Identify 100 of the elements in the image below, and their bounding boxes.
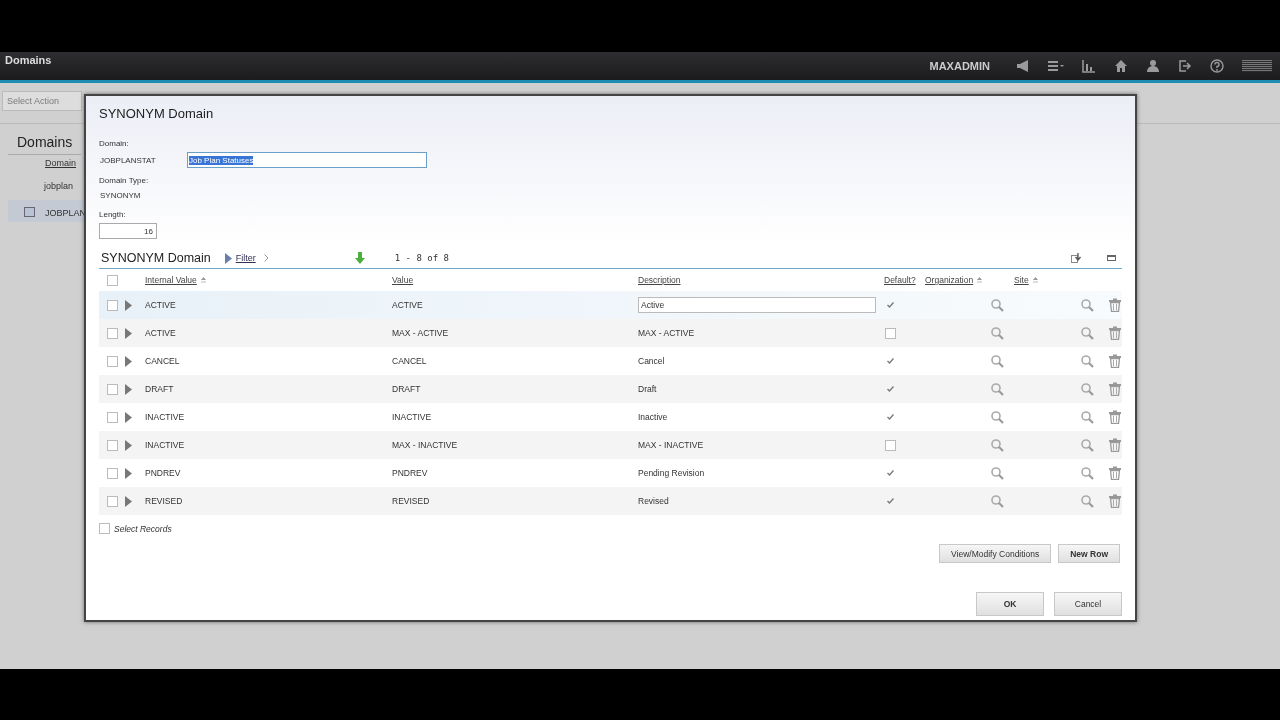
expand-icon[interactable]: [125, 383, 132, 395]
default-checkbox[interactable]: [885, 327, 896, 339]
row-checkbox[interactable]: [107, 467, 118, 479]
select-records-label: Select Records: [114, 523, 172, 534]
search-icon[interactable]: [990, 438, 1004, 452]
column-header[interactable]: Internal Value: [145, 275, 392, 285]
search-icon[interactable]: [1080, 298, 1094, 312]
table-cell-text: REVISED: [145, 496, 184, 506]
expand-icon[interactable]: [125, 355, 132, 367]
list-menu-icon[interactable]: [1048, 59, 1064, 73]
table-row[interactable]: ACTIVE MAX - ACTIVE MAX - ACTIVE: [99, 319, 1122, 347]
row-checkbox[interactable]: [107, 355, 118, 367]
minimize-icon[interactable]: [1107, 255, 1116, 261]
trash-icon[interactable]: [1108, 354, 1122, 368]
search-icon[interactable]: [1080, 410, 1094, 424]
check-icon: [887, 302, 894, 308]
table-cell-text: PNDREV: [392, 468, 429, 478]
expand-icon[interactable]: [125, 467, 132, 479]
table-row[interactable]: DRAFT DRAFT Draft: [99, 375, 1122, 403]
trash-icon[interactable]: [1108, 438, 1122, 452]
search-icon[interactable]: [1080, 466, 1094, 480]
table-row[interactable]: INACTIVE MAX - INACTIVE MAX - INACTIVE: [99, 431, 1122, 459]
row-checkbox[interactable]: [107, 327, 118, 339]
table-cell-text: Revised: [638, 496, 670, 506]
trash-icon[interactable]: [1108, 410, 1122, 424]
row-checkbox[interactable]: [107, 495, 118, 507]
column-header[interactable]: Description: [638, 275, 884, 285]
table-row[interactable]: CANCEL CANCEL Cancel: [99, 347, 1122, 375]
download-icon[interactable]: [1071, 253, 1082, 263]
table-row[interactable]: INACTIVE INACTIVE Inactive: [99, 403, 1122, 431]
table-row[interactable]: ACTIVE ACTIVE Active: [99, 291, 1122, 319]
table-cell-text: REVISED: [392, 496, 431, 506]
table-row[interactable]: PNDREV PNDREV Pending Revision: [99, 459, 1122, 487]
row-checkbox[interactable]: [107, 299, 118, 311]
expand-icon[interactable]: [125, 411, 132, 423]
expand-icon[interactable]: [125, 299, 132, 311]
check-icon: [887, 414, 894, 420]
chevron-icon[interactable]: [263, 254, 269, 262]
home-icon[interactable]: [1114, 59, 1128, 73]
description-input[interactable]: Active: [638, 297, 876, 313]
search-icon[interactable]: [990, 494, 1004, 508]
column-header[interactable]: Domain: [45, 158, 76, 168]
filter-link[interactable]: Filter: [235, 253, 256, 263]
sort-icon[interactable]: [1032, 276, 1038, 284]
search-icon[interactable]: [990, 326, 1004, 340]
table-cell-text: MAX - ACTIVE: [392, 328, 450, 338]
expand-icon[interactable]: [125, 327, 132, 339]
trash-icon[interactable]: [1108, 494, 1122, 508]
row-checkbox[interactable]: [107, 439, 118, 451]
action-button[interactable]: New Row: [1058, 544, 1120, 563]
length-field[interactable]: 16: [99, 223, 157, 239]
domain-type-value: SYNONYM: [99, 190, 142, 202]
description-field[interactable]: Job Plan Statuses: [187, 152, 427, 168]
search-icon[interactable]: [990, 298, 1004, 312]
trash-icon[interactable]: [1108, 298, 1122, 312]
table-cell-text: MAX - INACTIVE: [638, 440, 705, 450]
logout-icon[interactable]: [1178, 59, 1192, 73]
search-icon[interactable]: [990, 466, 1004, 480]
table-cell-text: Cancel: [638, 356, 666, 366]
search-icon[interactable]: [990, 354, 1004, 368]
dialog-button[interactable]: Cancel: [1054, 592, 1122, 616]
sort-icon[interactable]: [977, 276, 983, 284]
expand-icon[interactable]: [125, 495, 132, 507]
trash-icon[interactable]: [1108, 382, 1122, 396]
trash-icon[interactable]: [1108, 466, 1122, 480]
bar-chart-icon[interactable]: [1082, 59, 1096, 73]
search-icon[interactable]: [1080, 326, 1094, 340]
play-icon[interactable]: [224, 252, 232, 264]
search-icon[interactable]: [1080, 494, 1094, 508]
logo-icon: [1242, 60, 1272, 72]
help-icon[interactable]: [1210, 59, 1224, 73]
search-icon[interactable]: [990, 382, 1004, 396]
megaphone-icon[interactable]: [1016, 59, 1030, 73]
table-row[interactable]: REVISED REVISED Revised: [99, 487, 1122, 515]
search-icon[interactable]: [1080, 382, 1094, 396]
table-cell-text: CANCEL: [145, 356, 181, 366]
row-checkbox[interactable]: [107, 383, 118, 395]
expand-icon[interactable]: [125, 439, 132, 451]
download-arrow-icon[interactable]: [354, 252, 365, 264]
row-checkbox[interactable]: [107, 411, 118, 423]
table-cell-text: DRAFT: [392, 384, 422, 394]
column-header[interactable]: Value: [392, 275, 638, 285]
select-action-field[interactable]: Select Action: [2, 91, 82, 111]
search-icon[interactable]: [990, 410, 1004, 424]
column-header[interactable]: Organization: [925, 275, 1014, 285]
table-cell-text: Pending Revision: [638, 468, 706, 478]
select-all-checkbox[interactable]: [107, 274, 118, 286]
default-checkbox[interactable]: [885, 439, 896, 451]
search-icon[interactable]: [1080, 354, 1094, 368]
column-header[interactable]: Default?: [884, 275, 925, 285]
sort-icon[interactable]: [200, 276, 206, 284]
column-header[interactable]: Site: [1014, 275, 1108, 285]
table-cell-text: ACTIVE: [392, 300, 424, 310]
dialog-button[interactable]: OK: [976, 592, 1044, 616]
trash-icon[interactable]: [1108, 326, 1122, 340]
user-icon[interactable]: [1146, 59, 1160, 73]
select-records-checkbox[interactable]: [99, 523, 110, 534]
search-icon[interactable]: [1080, 438, 1094, 452]
list-title: Domains: [8, 128, 82, 155]
action-button[interactable]: View/Modify Conditions: [939, 544, 1052, 563]
